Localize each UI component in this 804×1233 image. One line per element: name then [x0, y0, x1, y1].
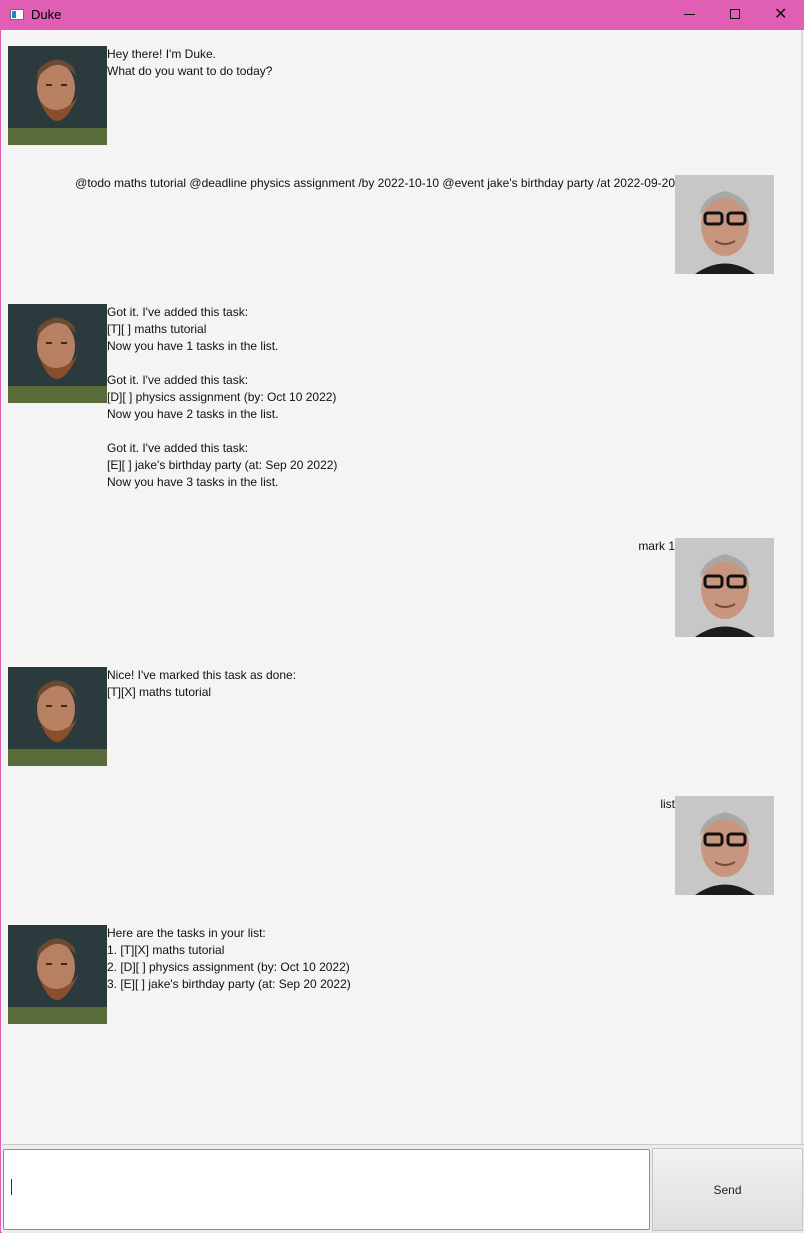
user-message: list: [660, 796, 675, 813]
message-line: [T][X] maths tutorial: [107, 685, 212, 699]
close-button[interactable]: ✕: [758, 0, 804, 30]
scrollbar[interactable]: [801, 30, 803, 1144]
window-title: Duke: [31, 7, 62, 22]
send-button[interactable]: Send: [652, 1148, 803, 1231]
minimize-button[interactable]: [666, 0, 712, 30]
maximize-button[interactable]: [712, 0, 758, 30]
minimize-icon: [684, 14, 695, 15]
duke-avatar: [8, 46, 107, 145]
close-icon: ✕: [774, 4, 788, 23]
message-line: [E][ ] jake's birthday party (at: Sep 20…: [107, 458, 338, 472]
user-message: @todo maths tutorial @deadline physics a…: [75, 175, 675, 192]
message-line: Now you have 2 tasks in the list.: [107, 407, 279, 421]
maximize-icon: [730, 9, 740, 19]
message-line: mark 1: [638, 539, 675, 553]
message-line: [107, 423, 337, 440]
title-bar[interactable]: Duke ✕: [1, 0, 804, 30]
message-line: Here are the tasks in your list:: [107, 926, 266, 940]
duke-message: Got it. I've added this task: [T][ ] mat…: [107, 304, 337, 491]
message-line: 1. [T][X] maths tutorial: [107, 943, 225, 957]
duke-message: Here are the tasks in your list: 1. [T][…: [107, 925, 351, 993]
message-line: Got it. I've added this task:: [107, 441, 249, 455]
message-input[interactable]: [3, 1149, 650, 1230]
message-line: [T][ ] maths tutorial: [107, 322, 207, 336]
message-line: @todo maths tutorial @deadline physics a…: [75, 176, 675, 190]
user-avatar: [675, 796, 774, 895]
user-avatar: [675, 175, 774, 274]
message-line: [107, 355, 337, 372]
app-icon: [10, 9, 24, 20]
message-line: [D][ ] physics assignment (by: Oct 10 20…: [107, 390, 337, 404]
message-line: Got it. I've added this task:: [107, 305, 249, 319]
message-line: 2. [D][ ] physics assignment (by: Oct 10…: [107, 960, 350, 974]
duke-avatar: [8, 925, 107, 1024]
message-line: list: [660, 797, 675, 811]
duke-message: Hey there! I'm Duke. What do you want to…: [107, 46, 272, 80]
duke-avatar: [8, 667, 107, 766]
message-line: Now you have 1 tasks in the list.: [107, 339, 279, 353]
message-line: 3. [E][ ] jake's birthday party (at: Sep…: [107, 977, 351, 991]
message-line: Hey there! I'm Duke.: [107, 47, 216, 61]
message-line: What do you want to do today?: [107, 64, 273, 78]
input-area: Send: [2, 1144, 804, 1233]
message-line: Nice! I've marked this task as done:: [107, 668, 297, 682]
message-line: Got it. I've added this task:: [107, 373, 249, 387]
duke-avatar: [8, 304, 107, 403]
chat-scroll-pane[interactable]: Hey there! I'm Duke. What do you want to…: [2, 30, 804, 1144]
app-window: Duke ✕ Hey there! I'm Duke. What do you …: [0, 0, 804, 1233]
message-line: Now you have 3 tasks in the list.: [107, 475, 279, 489]
text-caret: [11, 1179, 12, 1195]
duke-message: Nice! I've marked this task as done: [T]…: [107, 667, 296, 701]
user-message: mark 1: [638, 538, 675, 555]
user-avatar: [675, 538, 774, 637]
